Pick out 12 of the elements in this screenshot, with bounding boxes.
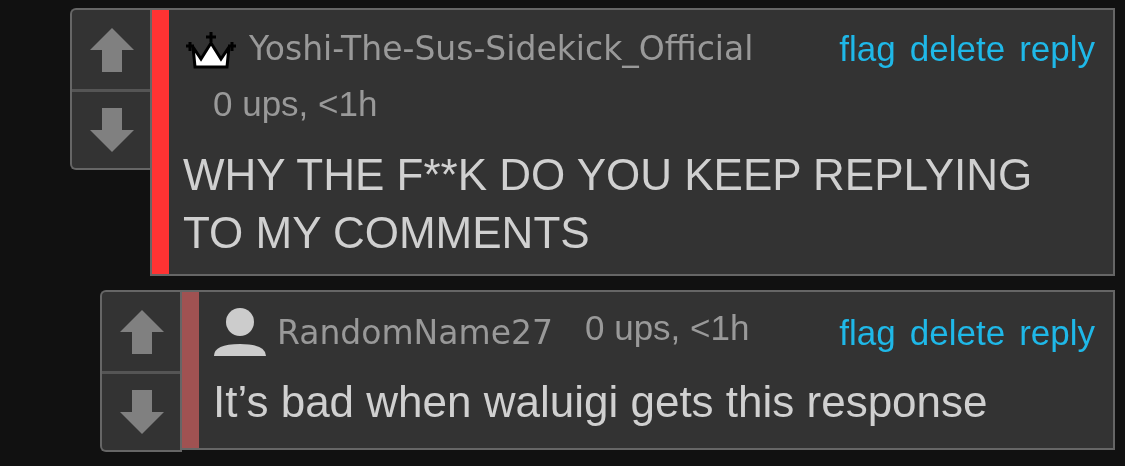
comment-meta: 0 ups, <1h (213, 83, 378, 123)
comment-meta: 0 ups, <1h (585, 307, 750, 349)
comment-text: WHY THE F**K DO YOU KEEP REPLYING TO MY COMMENTS (183, 149, 1034, 259)
action-link[interactable]: flag (839, 31, 896, 67)
action-link[interactable]: flag (839, 314, 896, 350)
username[interactable]: RandomName27 (277, 307, 553, 357)
action-link[interactable]: reply (1019, 31, 1095, 67)
action-link[interactable]: reply (1019, 314, 1095, 350)
comment-text: It’s bad when waluigi gets this response (213, 375, 989, 428)
action-link[interactable]: delete (909, 31, 1006, 67)
username[interactable]: Yoshi-The-Sus-Sidekick_Official (249, 24, 754, 74)
action-link[interactable]: delete (909, 314, 1006, 350)
